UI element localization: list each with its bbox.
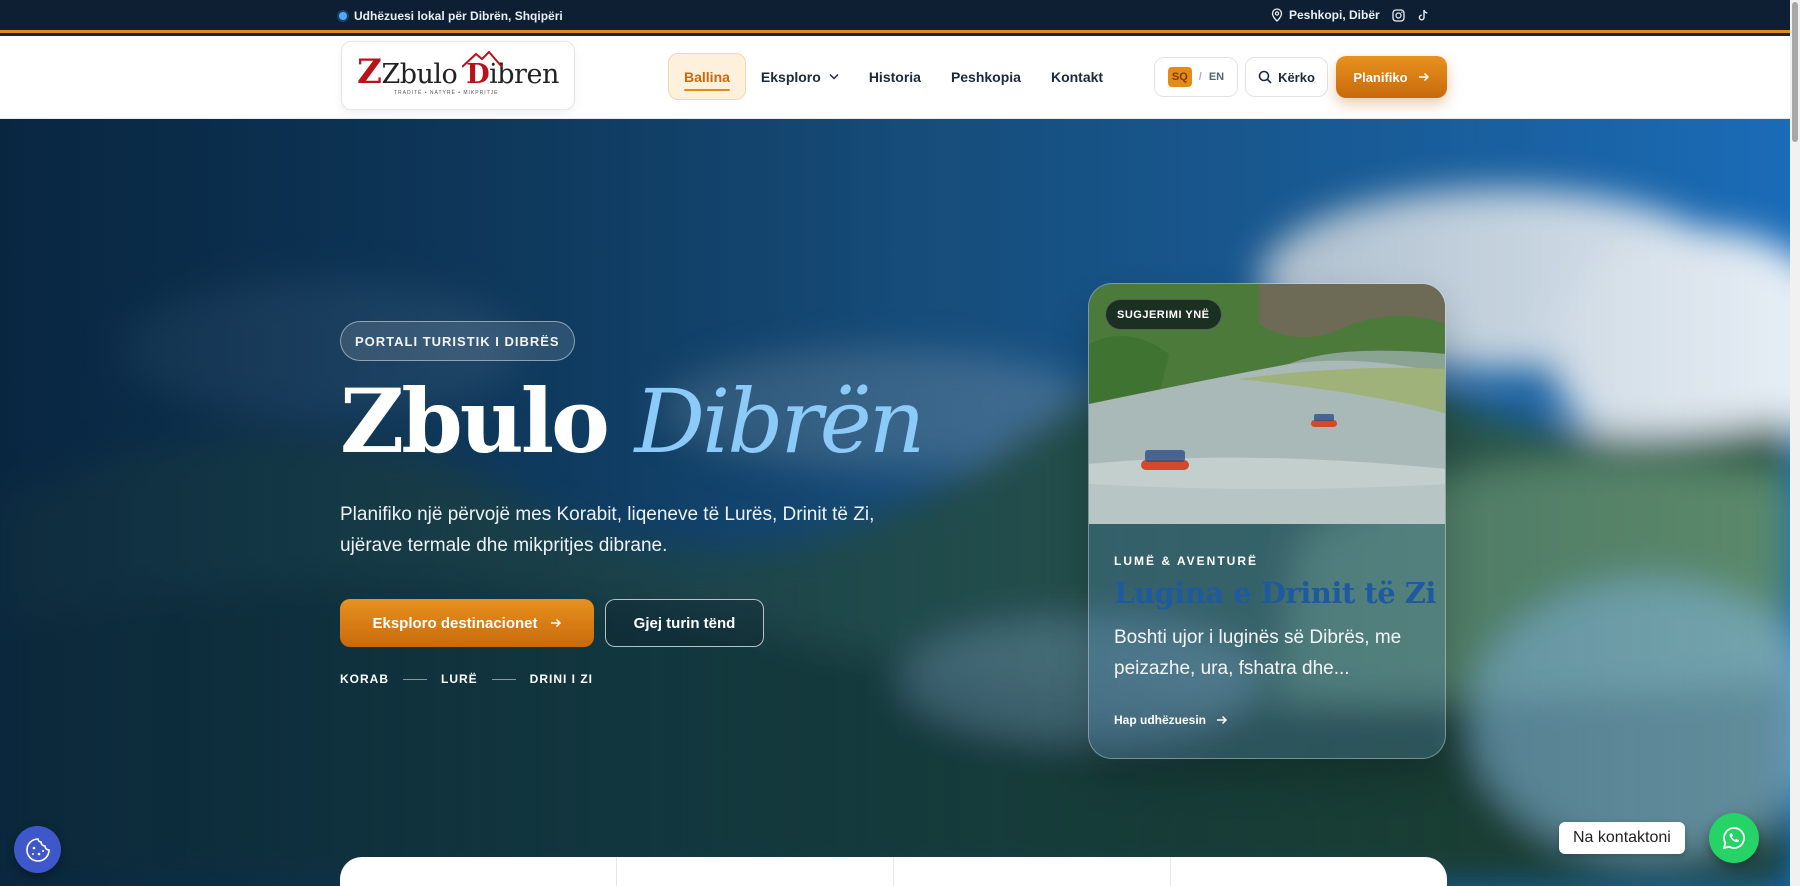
lang-en[interactable]: EN bbox=[1209, 71, 1224, 83]
hero-title: Zbulo Dibrën bbox=[340, 369, 926, 473]
nav-item-peshkopia[interactable]: Peshkopia bbox=[936, 53, 1036, 100]
whatsapp-icon bbox=[1722, 827, 1745, 850]
hero-title-accent: Dibrën bbox=[634, 370, 926, 473]
lang-separator: / bbox=[1198, 71, 1202, 83]
whatsapp-button[interactable] bbox=[1709, 813, 1759, 863]
quick-info-cell bbox=[894, 857, 1171, 886]
card-title: Lugina e Drinit të Zi bbox=[1114, 576, 1436, 610]
location-pin-icon bbox=[1271, 8, 1283, 22]
cookie-settings-button[interactable] bbox=[14, 826, 61, 873]
instagram-icon[interactable] bbox=[1392, 8, 1405, 22]
top-bar-guide: Udhëzuesi lokal për Dibrën, Shqipëri bbox=[339, 9, 563, 23]
top-bar-right: Peshkopi, Dibër bbox=[1271, 8, 1429, 22]
status-dot-icon bbox=[339, 12, 347, 20]
hero-places: KORAB LURË DRINI I ZI bbox=[340, 672, 593, 686]
logo-tagline: TRADITË • NATYRË • MIKPRITJE bbox=[394, 90, 499, 96]
nav-item-ballina[interactable]: Ballina bbox=[668, 53, 746, 100]
nav-item-historia[interactable]: Historia bbox=[854, 53, 936, 100]
page-scrollbar[interactable] bbox=[1790, 0, 1800, 886]
main-nav: ZZbulo Dibren TRADITË • NATYRË • MIKPRIT… bbox=[0, 36, 1790, 119]
location: Peshkopi, Dibër bbox=[1271, 8, 1380, 22]
featured-card[interactable]: SUGJERIMI YNË LUMË & AVENTURË Lugina e D… bbox=[1088, 283, 1446, 759]
find-tour-label: Gjej turin tënd bbox=[633, 614, 736, 632]
nav-item-label: Eksploro bbox=[760, 68, 821, 85]
explore-destinations-button[interactable]: Eksploro destinacionet bbox=[340, 599, 594, 647]
nav-item-eksploro[interactable]: Eksploro bbox=[746, 53, 854, 100]
nav-item-label: Ballina bbox=[684, 68, 730, 85]
site-logo[interactable]: ZZbulo Dibren TRADITË • NATYRË • MIKPRIT… bbox=[341, 41, 575, 110]
card-link-label: Hap udhëzuesin bbox=[1114, 713, 1207, 727]
contact-us-label[interactable]: Na kontaktoni bbox=[1559, 822, 1685, 854]
card-kicker: LUMË & AVENTURË bbox=[1114, 554, 1258, 568]
explore-destinations-label: Eksploro destinacionet bbox=[372, 614, 538, 632]
place-separator bbox=[491, 678, 516, 680]
tiktok-icon[interactable] bbox=[1417, 9, 1429, 22]
nav-item-label: Historia bbox=[868, 68, 921, 85]
quick-info-cell bbox=[617, 857, 894, 886]
guide-text: Udhëzuesi lokal për Dibrën, Shqipëri bbox=[354, 9, 563, 23]
scrollbar-thumb[interactable] bbox=[1792, 2, 1798, 142]
language-switcher[interactable]: SQ / EN bbox=[1154, 57, 1238, 97]
nav-item-kontakt[interactable]: Kontakt bbox=[1036, 53, 1118, 100]
top-bar: Udhëzuesi lokal për Dibrën, Shqipëri Pes… bbox=[0, 0, 1790, 33]
plan-label: Planifiko bbox=[1353, 69, 1408, 85]
hero-section: PORTALI TURISTIK I DIBRËS Zbulo Dibrën P… bbox=[0, 119, 1790, 886]
hero-title-main: Zbulo bbox=[340, 369, 610, 473]
card-open-guide-link[interactable]: Hap udhëzuesin bbox=[1114, 713, 1228, 727]
place-tag: DRINI I ZI bbox=[529, 672, 594, 686]
nav-item-label: Kontakt bbox=[1050, 68, 1104, 85]
quick-info-cell bbox=[1171, 857, 1447, 886]
hero-pill-badge: PORTALI TURISTIK I DIBRËS bbox=[340, 321, 575, 361]
place-tag: KORAB bbox=[340, 672, 389, 686]
search-icon bbox=[1258, 70, 1272, 84]
search-label: Kërko bbox=[1278, 69, 1315, 85]
plan-button[interactable]: Planifiko bbox=[1336, 56, 1447, 98]
quick-info-panel bbox=[340, 857, 1447, 886]
arrow-right-icon bbox=[1217, 715, 1228, 725]
lang-sq[interactable]: SQ bbox=[1167, 67, 1192, 87]
card-description: Boshti ujor i luginës së Dibrës, me peiz… bbox=[1114, 627, 1402, 679]
cookie-icon bbox=[25, 837, 50, 862]
mountain-logo-icon bbox=[462, 50, 502, 68]
find-tour-button[interactable]: Gjej turin tënd bbox=[605, 599, 764, 647]
place-tag: LURË bbox=[441, 672, 478, 686]
hero-lead: Planifiko një përvojë mes Korabit, liqen… bbox=[340, 504, 875, 556]
chevron-down-icon bbox=[829, 73, 839, 80]
nav-menu: Ballina Eksploro Historia Peshkopia Kont… bbox=[668, 53, 1118, 100]
location-text: Peshkopi, Dibër bbox=[1289, 8, 1380, 22]
nav-item-label: Peshkopia bbox=[950, 68, 1021, 85]
logo-text-a: Zbulo bbox=[381, 58, 458, 90]
search-button[interactable]: Kërko bbox=[1245, 57, 1328, 97]
quick-info-cell bbox=[340, 857, 617, 886]
arrow-right-icon bbox=[1418, 72, 1429, 82]
card-badge: SUGJERIMI YNË bbox=[1105, 299, 1222, 330]
arrow-right-icon bbox=[550, 618, 561, 628]
logo-wordmark: ZZbulo Dibren bbox=[357, 51, 559, 92]
place-separator bbox=[403, 678, 427, 680]
